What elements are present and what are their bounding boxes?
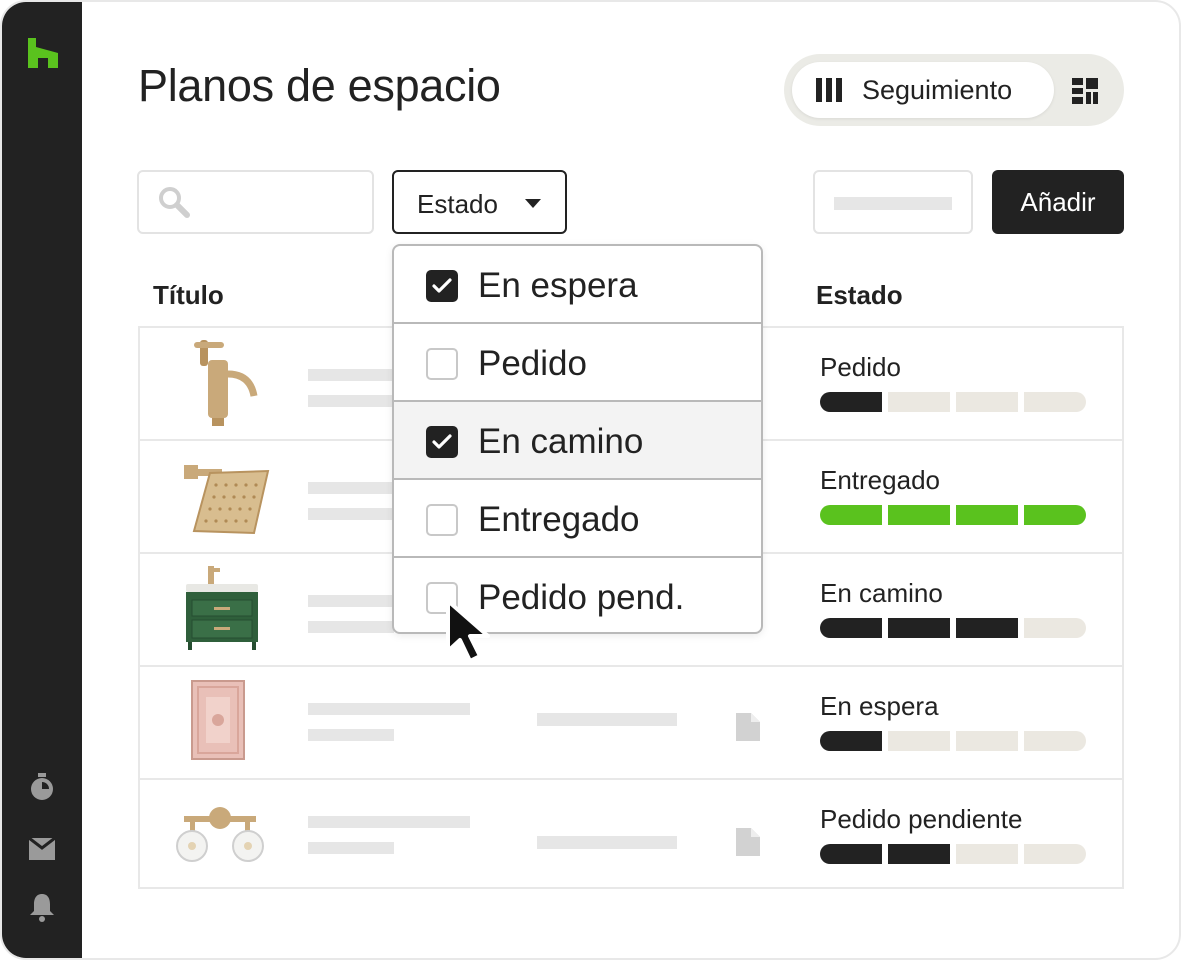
- status-text: Entregado: [820, 465, 940, 495]
- status-filter-label: Estado: [417, 189, 498, 219]
- placeholder-bar: [308, 703, 470, 715]
- tracking-view-label: Seguimiento: [862, 75, 1013, 105]
- placeholder-bar: [537, 713, 677, 726]
- add-button[interactable]: Añadir: [992, 170, 1124, 234]
- checkbox-checked[interactable]: [426, 270, 458, 302]
- status-filter-menu: En espera Pedido En camino Entregado Ped…: [392, 244, 763, 634]
- column-header-title[interactable]: Título: [153, 280, 224, 311]
- placeholder-bar: [308, 729, 394, 741]
- search-icon: [159, 187, 190, 218]
- view-toggle: Seguimiento: [784, 54, 1124, 126]
- status-progress: [820, 731, 1086, 751]
- progress-segment: [820, 618, 882, 638]
- stopwatch-icon[interactable]: [27, 772, 57, 802]
- secondary-input[interactable]: [813, 170, 973, 234]
- filter-option-label: Entregado: [478, 500, 640, 539]
- bell-icon[interactable]: [27, 892, 57, 922]
- checkbox-unchecked[interactable]: [426, 504, 458, 536]
- caret-down-icon: [525, 199, 541, 208]
- status-progress: [820, 844, 1086, 864]
- progress-segment: [888, 731, 950, 751]
- mouse-pointer-icon: [446, 599, 490, 663]
- progress-segment: [1024, 844, 1086, 864]
- filter-option-entregado[interactable]: Entregado: [394, 480, 761, 558]
- checkmark-icon: [432, 434, 452, 449]
- app-window: Planos de espacio Seguimiento Estado Aña…: [0, 0, 1181, 960]
- light-fixture-image: [176, 807, 264, 862]
- filter-option-label: Pedido: [478, 344, 587, 383]
- table-row[interactable]: En espera: [140, 667, 1122, 780]
- document-icon[interactable]: [736, 828, 760, 856]
- filter-option-label: En camino: [478, 422, 644, 461]
- checkbox-unchecked[interactable]: [426, 348, 458, 380]
- placeholder-bar: [308, 816, 470, 828]
- progress-segment: [820, 505, 882, 525]
- placeholder-bar: [308, 482, 394, 494]
- filter-option-label: En espera: [478, 266, 638, 305]
- progress-segment: [956, 618, 1018, 638]
- progress-segment: [820, 392, 882, 412]
- table-row[interactable]: Pedido pendiente: [140, 780, 1122, 893]
- document-icon[interactable]: [736, 713, 760, 741]
- columns-icon: [816, 78, 842, 102]
- progress-segment: [1024, 505, 1086, 525]
- filter-option-en-camino[interactable]: En camino: [394, 402, 761, 480]
- search-input[interactable]: [137, 170, 374, 234]
- progress-segment: [820, 844, 882, 864]
- placeholder-bar: [308, 395, 394, 407]
- shower-head-image: [184, 465, 270, 535]
- filter-option-en-espera[interactable]: En espera: [394, 246, 761, 324]
- placeholder-bar: [308, 595, 394, 607]
- checkbox-checked[interactable]: [426, 426, 458, 458]
- status-progress: [820, 505, 1086, 525]
- grid-icon[interactable]: [1072, 78, 1098, 104]
- checkmark-icon: [432, 278, 452, 293]
- progress-segment: [1024, 731, 1086, 751]
- rug-image: [191, 680, 245, 760]
- progress-segment: [888, 392, 950, 412]
- filter-option-label: Pedido pend.: [478, 578, 685, 617]
- status-text: En camino: [820, 578, 943, 608]
- houzz-logo-icon[interactable]: [28, 38, 58, 68]
- progress-segment: [956, 505, 1018, 525]
- progress-segment: [956, 844, 1018, 864]
- progress-segment: [956, 392, 1018, 412]
- progress-segment: [888, 618, 950, 638]
- inbox-icon[interactable]: [27, 834, 57, 864]
- status-text: En espera: [820, 691, 939, 721]
- progress-segment: [1024, 392, 1086, 412]
- placeholder-bar: [537, 836, 677, 849]
- placeholder-bar: [308, 508, 394, 520]
- faucet-image: [194, 340, 258, 426]
- status-progress: [820, 392, 1086, 412]
- progress-segment: [888, 505, 950, 525]
- progress-segment: [1024, 618, 1086, 638]
- progress-segment: [820, 731, 882, 751]
- status-text: Pedido pendiente: [820, 804, 1023, 834]
- progress-segment: [956, 731, 1018, 751]
- progress-segment: [888, 844, 950, 864]
- input-placeholder-bar: [834, 197, 952, 210]
- status-filter-dropdown[interactable]: Estado: [392, 170, 567, 234]
- placeholder-bar: [308, 621, 394, 633]
- filter-option-pedido[interactable]: Pedido: [394, 324, 761, 402]
- status-progress: [820, 618, 1086, 638]
- sidebar: [2, 2, 82, 958]
- status-text: Pedido: [820, 352, 901, 382]
- placeholder-bar: [308, 369, 394, 381]
- placeholder-bar: [308, 842, 394, 854]
- page-title: Planos de espacio: [138, 60, 501, 111]
- vanity-image: [186, 566, 258, 650]
- column-header-status[interactable]: Estado: [816, 280, 903, 311]
- tracking-view-button[interactable]: Seguimiento: [792, 62, 1054, 118]
